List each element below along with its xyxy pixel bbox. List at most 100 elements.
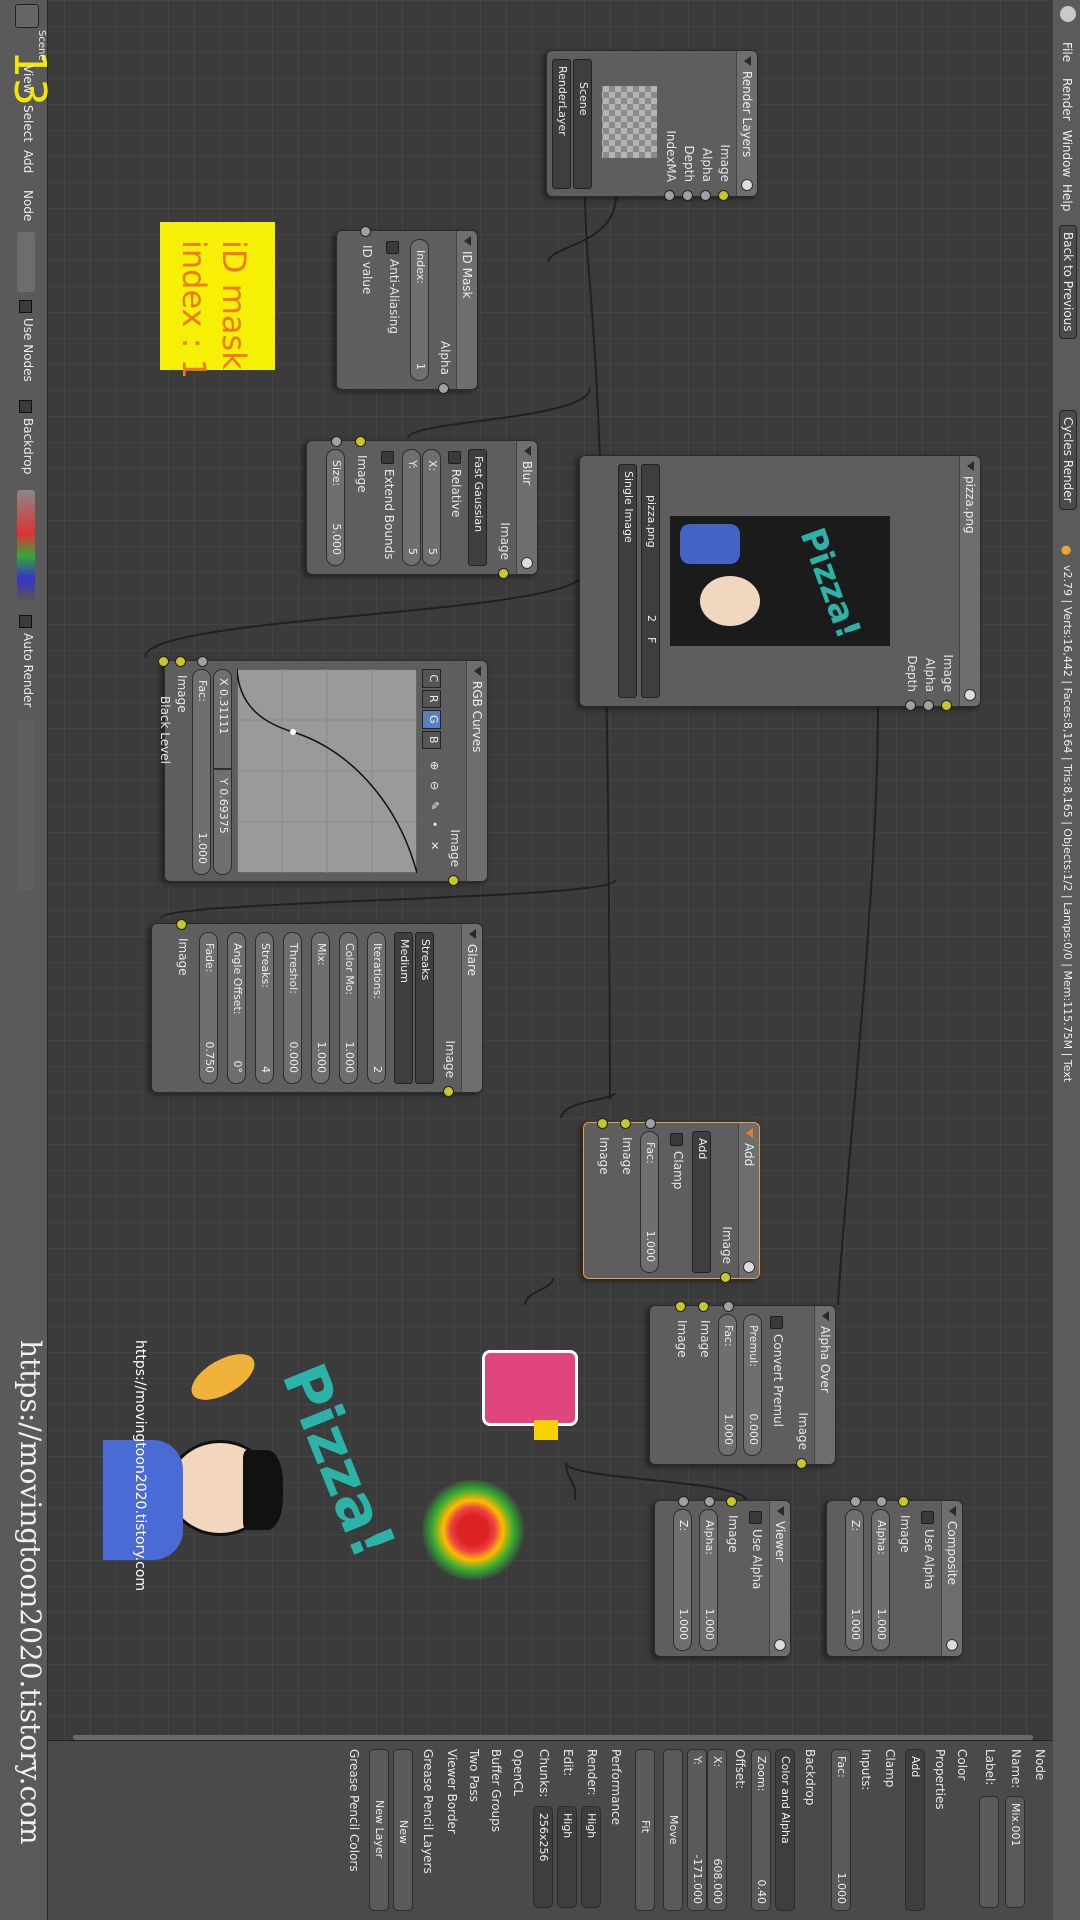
- buffer-groups-option[interactable]: Buffer Groups: [489, 1749, 503, 1832]
- wrench-icon[interactable]: ✎: [428, 801, 441, 810]
- move-button[interactable]: Move: [663, 1749, 683, 1911]
- anti-aliasing-checkbox[interactable]: [386, 241, 399, 254]
- blur-x-field[interactable]: X: 5: [422, 449, 441, 566]
- socket-fac-in[interactable]: [723, 1301, 734, 1312]
- opencl-option[interactable]: OpenCL: [511, 1749, 525, 1796]
- socket-alpha-out[interactable]: [923, 700, 934, 711]
- render-quality-select[interactable]: High: [581, 1806, 601, 1908]
- socket-z-in[interactable]: [850, 1496, 861, 1507]
- fac-field[interactable]: Fac: 1.000: [192, 669, 211, 875]
- socket-size-in[interactable]: [331, 436, 342, 447]
- offset-y-field[interactable]: Y: -171.000: [687, 1749, 707, 1911]
- node-preview-toggle[interactable]: [946, 1639, 958, 1651]
- socket-id-value[interactable]: [360, 226, 371, 237]
- socket-image-out[interactable]: [720, 1272, 731, 1283]
- socket-image-in[interactable]: [175, 656, 186, 667]
- new-gp-button[interactable]: New: [393, 1749, 413, 1911]
- extend-bounds-checkbox[interactable]: [381, 451, 394, 464]
- use-nodes-checkbox[interactable]: [19, 300, 32, 313]
- edit-quality-select[interactable]: High: [557, 1806, 577, 1908]
- socket-image-in[interactable]: [726, 1496, 737, 1507]
- socket-fac-in[interactable]: [645, 1118, 656, 1129]
- node-render-layers[interactable]: Render Layers Image Alpha Depth IndexMA …: [546, 50, 758, 201]
- iterations-field[interactable]: Iterations: 2: [367, 932, 386, 1084]
- relative-checkbox[interactable]: [448, 451, 461, 464]
- use-alpha-checkbox[interactable]: [921, 1511, 934, 1524]
- backdrop-panel[interactable]: Backdrop: [803, 1749, 817, 1805]
- node-name-field[interactable]: Mix.001: [1005, 1796, 1025, 1908]
- menu-help[interactable]: Help: [1060, 184, 1074, 211]
- blender-menu-icon[interactable]: [1060, 6, 1076, 22]
- socket-image-out[interactable]: [443, 1086, 454, 1097]
- glare-quality-select[interactable]: Medium: [394, 932, 413, 1084]
- socket-fac-in[interactable]: [197, 656, 208, 667]
- socket-z-in[interactable]: [678, 1496, 689, 1507]
- fit-button[interactable]: Fit: [635, 1749, 655, 1911]
- tab-channel-r[interactable]: R: [422, 689, 441, 708]
- socket-image-in-2[interactable]: [675, 1301, 686, 1312]
- socket-image-in-1[interactable]: [698, 1301, 709, 1312]
- curve-x-readout[interactable]: X 0.31111: [213, 669, 232, 769]
- fade-field[interactable]: Fade: 0.750: [199, 932, 218, 1084]
- backdrop-channels[interactable]: [17, 490, 35, 600]
- menu-add[interactable]: Add: [21, 150, 35, 173]
- node-blur[interactable]: Blur Image Fast Gaussian Relative X: 5 Y:…: [306, 436, 538, 579]
- node-preview-toggle[interactable]: [743, 1261, 755, 1273]
- node-composite[interactable]: Composite Use Alpha Image Alpha: 1.000 Z:…: [826, 1496, 963, 1657]
- socket-image[interactable]: [718, 190, 729, 201]
- curve-y-readout[interactable]: Y 0.69375: [213, 769, 232, 875]
- zoom-in-icon[interactable]: ⊕: [428, 761, 441, 770]
- back-to-previous-button[interactable]: Back to Previous: [1059, 225, 1077, 339]
- socket-alpha-in[interactable]: [876, 1496, 887, 1507]
- threshold-field[interactable]: Threshol: 0.000: [283, 932, 302, 1084]
- node-viewer[interactable]: Viewer Use Alpha Image Alpha: 1.000 Z: 1.0…: [654, 1496, 791, 1657]
- render-layer-select[interactable]: RenderLayer: [552, 59, 571, 189]
- blend-select[interactable]: Add: [905, 1749, 925, 1911]
- alpha-field[interactable]: Alpha: 1.000: [699, 1509, 718, 1651]
- panel-node-header[interactable]: Node: [1033, 1749, 1047, 1780]
- node-preview-toggle[interactable]: [741, 179, 753, 191]
- offset-x-field[interactable]: X: 608.000: [707, 1749, 727, 1911]
- socket-image-out[interactable]: [796, 1458, 807, 1469]
- color-panel[interactable]: Color: [955, 1749, 969, 1780]
- menu-render[interactable]: Render: [1060, 78, 1074, 121]
- backdrop-mode-select[interactable]: Color and Alpha: [775, 1749, 795, 1911]
- socket-image-out[interactable]: [448, 875, 459, 886]
- index-field[interactable]: Index: 1: [410, 239, 429, 381]
- blur-y-field[interactable]: Y: 5: [402, 449, 421, 566]
- menu-select[interactable]: Select: [21, 105, 35, 142]
- close-icon[interactable]: ✕: [428, 841, 441, 850]
- node-rgb-curves[interactable]: RGB Curves Image C R G B ⊕ ⊖ ✎ • ✕ X 0.3…: [158, 656, 488, 886]
- socket-depth-out[interactable]: [905, 700, 916, 711]
- tab-channel-g[interactable]: G: [422, 710, 441, 729]
- color-mod-field[interactable]: Color Mo: 1.000: [339, 932, 358, 1084]
- glare-type-select[interactable]: Streaks: [415, 932, 434, 1084]
- clamp-option[interactable]: Clamp: [883, 1749, 897, 1787]
- menu-view[interactable]: View: [21, 65, 35, 93]
- properties-panel[interactable]: Properties: [933, 1749, 947, 1810]
- viewer-border-option[interactable]: Viewer Border: [445, 1749, 459, 1834]
- node-preview-toggle[interactable]: [964, 689, 976, 701]
- new-layer-button[interactable]: New Layer: [369, 1749, 389, 1911]
- socket-image-in-1[interactable]: [620, 1118, 631, 1129]
- z-field[interactable]: Z: 1.000: [673, 1509, 692, 1651]
- blur-filter-select[interactable]: Fast Gaussian: [468, 449, 487, 566]
- socket-indexma[interactable]: [664, 190, 675, 201]
- node-glare[interactable]: Glare Image Streaks Medium Iterations: 2 …: [151, 919, 483, 1097]
- editor-type-icon[interactable]: [15, 4, 39, 28]
- socket-image-in[interactable]: [898, 1496, 909, 1507]
- angle-offset-field[interactable]: Angle Offset: 0°: [227, 932, 246, 1084]
- node-add[interactable]: Add Image Add Clamp Fac: 1.000 Image Imag…: [583, 1118, 760, 1283]
- socket-image-in-2[interactable]: [597, 1118, 608, 1129]
- node-label-field[interactable]: [979, 1796, 999, 1908]
- node-alpha-over[interactable]: Alpha Over Image Convert Premul Premul: 0…: [649, 1301, 836, 1469]
- snap-tools[interactable]: [17, 720, 35, 890]
- scene-select[interactable]: Scene: [573, 59, 592, 189]
- image-file-select[interactable]: pizza.png 2 F: [641, 464, 660, 698]
- socket-alpha-out[interactable]: [438, 383, 449, 394]
- node-editor[interactable]: Render Layers Image Alpha Depth IndexMA …: [43, 0, 1053, 1740]
- mix-field[interactable]: Mix: 1.000: [311, 932, 330, 1084]
- node-image-pizza[interactable]: pizza.png Image Alpha Depth Pizza! pizza…: [579, 455, 981, 711]
- node-preview-toggle[interactable]: [774, 1639, 786, 1651]
- blur-size-field[interactable]: Size: 5.000: [326, 449, 345, 566]
